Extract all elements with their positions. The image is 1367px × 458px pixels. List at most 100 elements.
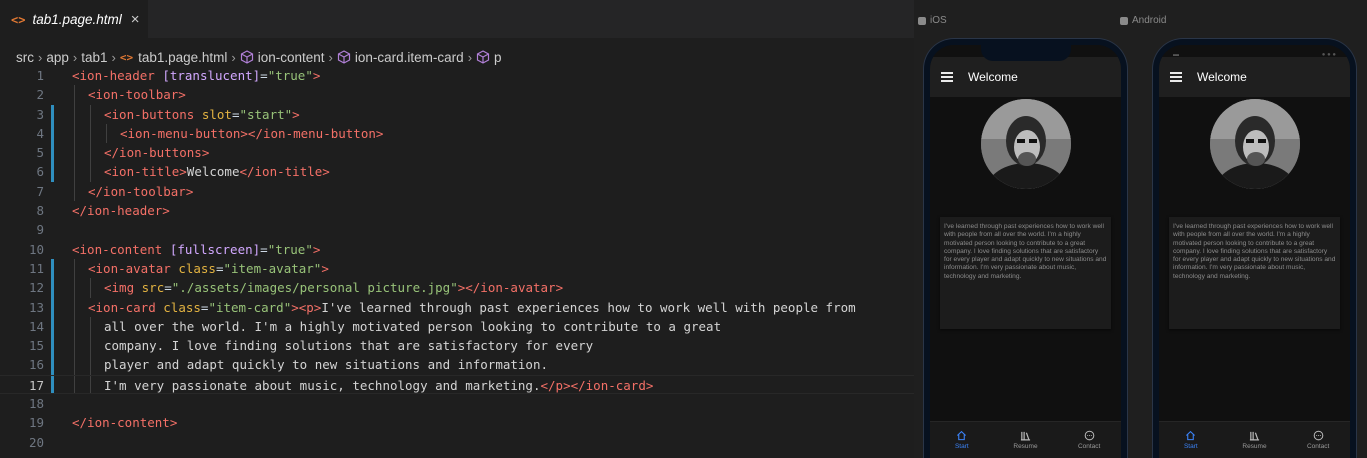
code-token: > [321,260,329,276]
ios-label: iOS [918,15,947,26]
line-number: 15 [28,338,44,354]
html-file-icon: <> [119,50,134,64]
code-line[interactable]: 18 [0,394,914,413]
line-number: 4 [36,125,44,141]
tab-resume[interactable]: Resume [1229,430,1279,450]
indent-guide [90,316,91,337]
breadcrumb-item-tab1[interactable]: tab1 [81,50,107,65]
code-line[interactable]: 7 </ion-toolbar> [0,181,914,202]
code-line[interactable]: 9 [0,220,914,239]
code-line[interactable]: 11 <ion-avatar class="item-avatar"> [0,258,914,279]
code-token: </ion-title> [239,164,330,180]
indent-guide [90,162,91,182]
code-token: ><p> [291,299,322,315]
code-token: > [312,68,321,83]
code-text: all over the world. I'm a highly motivat… [104,317,721,336]
code-token: "./assets/images/personal picture.jpg" [171,280,458,296]
tab-resume-label: Resume [1242,443,1267,450]
card-text: I've learned through past experiences ho… [944,223,1107,280]
indent-guide [106,123,107,144]
code-area[interactable]: 1 <ion-header [translucent]="true"> 2 <ion-… [0,66,914,452]
code-editor[interactable]: <> tab1.page.html × src › app › tab1 › <… [0,0,914,458]
element-icon [337,50,350,64]
code-line[interactable]: 10 <ion-content [fullscreen]="true"> [0,240,914,259]
code-token: [translucent] [162,68,261,83]
code-text: <ion-header [translucent]="true"> [72,66,320,85]
line-number: 1 [36,68,44,83]
indent-guide [74,85,75,105]
code-token: class [178,260,216,276]
breadcrumb-item-ion-content[interactable]: ion-content [258,50,325,65]
code-line[interactable]: 16 player and adapt quickly to new situat… [0,355,914,375]
editor-tab[interactable]: <> tab1.page.html × [0,0,148,38]
tab-start[interactable]: Start [937,430,987,450]
code-line[interactable]: 5 </ion-buttons> [0,143,914,163]
html-file-icon: <> [11,12,26,27]
code-token: slot [201,106,232,122]
code-token: <ion-title> [104,164,187,180]
tab-start[interactable]: Start [1166,430,1216,450]
code-token: <ion-menu-button></ion-menu-button> [120,125,384,141]
code-line[interactable]: 4 <ion-menu-button></ion-menu-button> [0,123,914,144]
code-token: </p></ion-card> [540,377,654,393]
code-line[interactable]: 8 </ion-header> [0,201,914,220]
library-icon [1249,431,1260,441]
code-token: "true" [267,241,313,257]
code-line[interactable]: 6 <ion-title>Welcome</ion-title> [0,162,914,182]
code-line[interactable]: 2 <ion-toolbar> [0,85,914,105]
app-toolbar: Welcome [930,57,1121,97]
code-text: </ion-header> [72,201,170,220]
breadcrumb-item-src[interactable]: src [16,50,34,65]
code-text: <ion-card class="item-card"><p>I've lear… [88,298,856,317]
code-line[interactable]: 15 company. I love finding solutions that… [0,336,914,356]
code-text: I'm very passionate about music, technol… [104,376,653,395]
code-line[interactable]: 19 </ion-content> [0,413,914,432]
code-line[interactable]: 14 all over the world. I'm a highly motiv… [0,316,914,337]
code-text: <img src="./assets/images/personal pictu… [104,278,563,297]
code-line[interactable]: 1 <ion-header [translucent]="true"> [0,66,914,85]
tab-contact[interactable]: Contact [1293,430,1343,450]
chat-icon [1084,430,1094,441]
code-token: </ion-content> [72,415,178,431]
card-text: I've learned through past experiences ho… [1173,223,1336,280]
code-text: company. I love finding solutions that a… [104,336,593,355]
code-text: <ion-title>Welcome</ion-title> [104,162,330,181]
code-token: I've learned through past experiences ho… [321,299,856,315]
close-icon[interactable]: × [131,11,140,28]
indent-guide [74,143,75,163]
scm-change-indicator [51,355,54,375]
library-icon [1020,431,1031,441]
home-icon [957,430,967,441]
element-icon [240,50,253,64]
code-line[interactable]: 12 <img src="./assets/images/personal pic… [0,278,914,298]
breadcrumb-item-app[interactable]: app [46,50,69,65]
code-text: </ion-content> [72,413,177,432]
tab-contact[interactable]: Contact [1064,430,1114,450]
code-text: </ion-toolbar> [88,182,193,201]
indent-guide [74,162,75,182]
code-line[interactable]: 20 [0,433,914,452]
line-number: 3 [36,106,44,122]
menu-icon[interactable] [941,72,953,82]
code-token: <ion-header [72,68,163,83]
breadcrumb-item-p[interactable]: p [494,50,502,65]
code-token: "start" [239,106,293,122]
code-line[interactable]: 17 I'm very passionate about music, techn… [0,374,914,395]
breadcrumb-item-ion-card[interactable]: ion-card.item-card [355,50,464,65]
indent-guide [74,375,75,394]
code-line[interactable]: 13 <ion-card class="item-card"><p>I've le… [0,297,914,317]
indent-guide [90,375,91,394]
indent-guide [90,123,91,144]
code-token: = [164,280,172,296]
menu-icon[interactable] [1170,72,1182,82]
code-text: <ion-toolbar> [88,85,186,104]
code-line[interactable]: 3 <ion-buttons slot="start"> [0,104,914,124]
line-number: 5 [36,145,44,161]
toolbar-title: Welcome [1197,70,1247,84]
tab-resume[interactable]: Resume [1000,430,1050,450]
device-preview-panel: iOS Android Welcome I've learned through… [914,0,1367,458]
code-text: <ion-avatar class="item-avatar"> [88,259,329,278]
chevron-right-icon: › [72,49,78,65]
breadcrumb-item-file[interactable]: tab1.page.html [138,50,227,65]
line-number: 2 [36,87,44,103]
